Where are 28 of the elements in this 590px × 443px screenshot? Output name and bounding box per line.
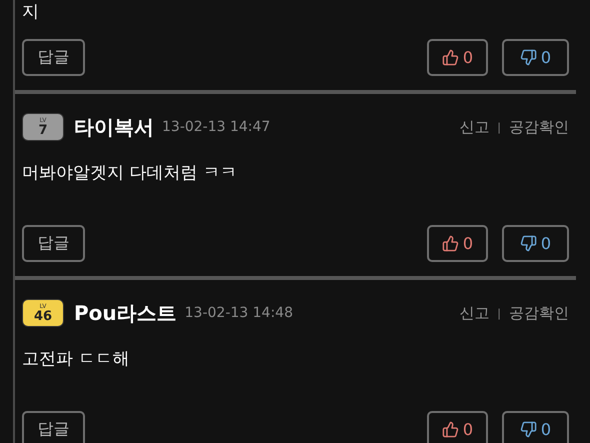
comment-text: 고전파 ㄷㄷ해 (22, 348, 130, 371)
reply-button[interactable]: 답글 (22, 39, 85, 76)
author-name: Pou라스트 (74, 300, 177, 326)
comment-date: 13-02-13 14:47 (162, 119, 270, 135)
reply-button[interactable]: 답글 (22, 411, 85, 443)
dislike-button[interactable]: 0 (502, 411, 569, 443)
empathy-link[interactable]: 공감확인 (509, 118, 569, 136)
author-name: 타이복서 (74, 114, 154, 140)
comment-date: 13-02-13 14:48 (184, 305, 293, 321)
thumbs-down-icon (520, 49, 537, 66)
like-button[interactable]: 0 (427, 411, 488, 443)
link-divider-glyph: | (497, 306, 501, 320)
reply-button[interactable]: 답글 (22, 225, 85, 262)
empathy-link[interactable]: 공감확인 (509, 304, 569, 322)
thumbs-up-icon (442, 235, 459, 252)
thumbs-up-icon (442, 49, 459, 66)
dislike-button[interactable]: 0 (502, 39, 569, 76)
like-button[interactable]: 0 (427, 225, 488, 262)
comment-text: 지 (22, 1, 40, 24)
thumbs-down-icon (520, 421, 537, 438)
thumbs-down-icon (520, 235, 537, 252)
comment-text: 머봐야알겟지 다데처럼 ㅋㅋ (22, 162, 238, 185)
thumbs-up-icon (442, 421, 459, 438)
report-link[interactable]: 신고 (459, 118, 490, 136)
dislike-button[interactable]: 0 (502, 225, 569, 262)
report-link[interactable]: 신고 (459, 304, 490, 322)
like-button[interactable]: 0 (427, 39, 488, 76)
link-divider-glyph: | (497, 120, 501, 134)
